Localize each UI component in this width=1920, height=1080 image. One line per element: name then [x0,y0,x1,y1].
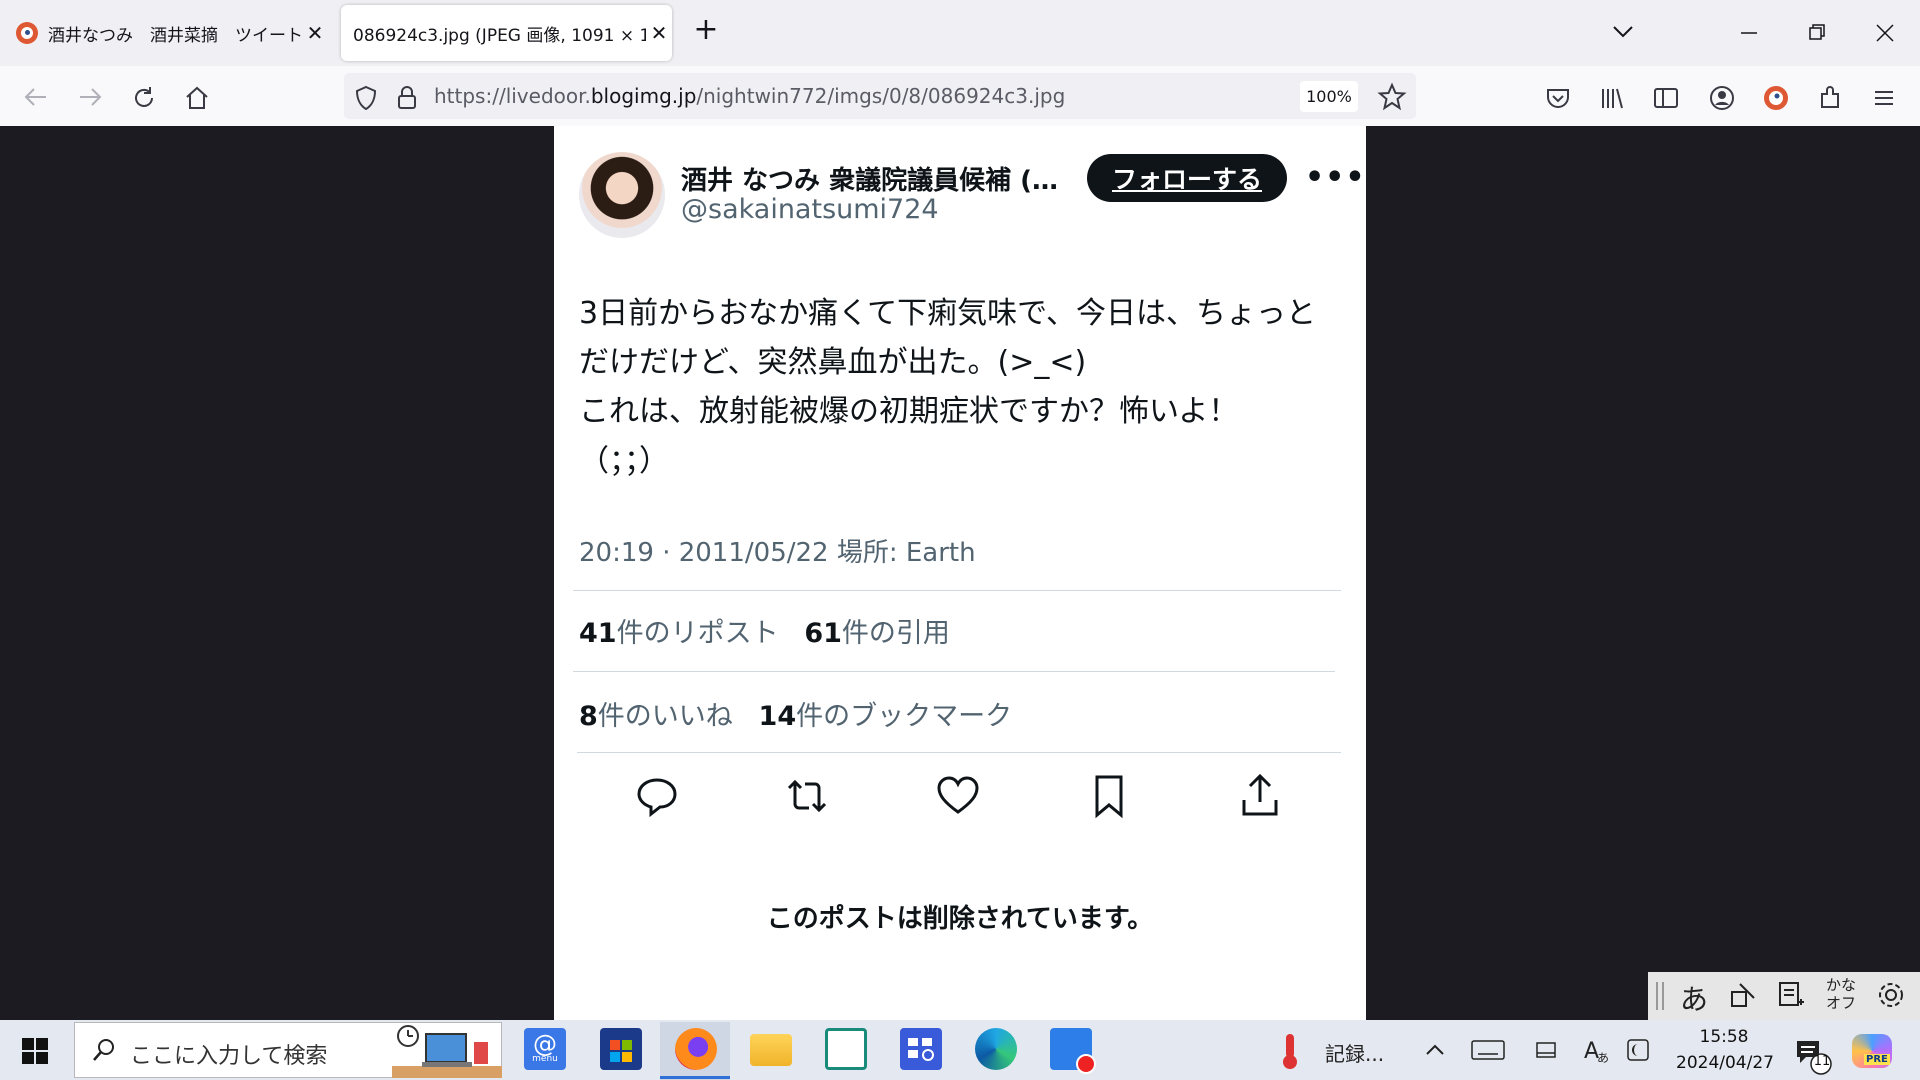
repost-icon [787,779,827,813]
widgets-app-icon[interactable] [825,1028,867,1070]
touch-keyboard-icon[interactable] [1470,1038,1506,1062]
tweet-text-line: （；；） [579,444,669,479]
bookmark-icon [1095,775,1123,819]
ime-dictionary-icon[interactable] [1776,980,1806,1010]
menu-icon[interactable] [1870,84,1898,112]
recording-label[interactable]: 記録... [1325,1038,1384,1067]
like-bookmark-stats: 8件のいいね 14件のブックマーク [579,694,1012,733]
reload-icon[interactable] [130,84,158,112]
display-name: 酒井 なつみ 衆議院議員候補 (… [681,166,1059,196]
tweet-image [554,126,1366,1020]
ime-kana-toggle[interactable]: かな オフ [1826,976,1856,1012]
new-tab-button[interactable]: + [690,14,722,46]
tab-sakai-tweet[interactable]: 酒井なつみ 酒井菜摘 ツイート ✕ [4,5,328,61]
close-window-icon[interactable] [1874,22,1896,44]
microsoft-store-icon[interactable] [600,1028,642,1070]
url-domain: blogimg.jp [590,84,697,108]
library-icon[interactable] [1598,84,1626,112]
ime-settings-gear-icon[interactable] [1876,980,1906,1010]
back-icon[interactable] [22,84,50,110]
temperature-icon[interactable] [1278,1032,1302,1070]
avatar [579,152,665,238]
close-tab-icon[interactable]: ✕ [302,21,328,45]
tweet-text-line: 3日前からおなか痛くて下痢気味で、今日は、ちょっと [579,296,1316,331]
more-options-icon: ••• [1305,160,1366,195]
bookmark-count: 14 [758,701,797,732]
pocket-icon[interactable] [1544,84,1572,112]
notification-count-badge: 11 [1813,1054,1831,1069]
url-prefix: https://livedoor. [434,84,591,108]
search-highlight-illustration-icon [392,1025,502,1078]
font-language-icon[interactable]: Aあ [1582,1036,1610,1064]
like-heart-icon [937,776,979,814]
repost-label: 件のリポスト [616,618,779,649]
bookmark-star-icon[interactable] [1377,82,1407,112]
duckduckgo-extension-icon[interactable] [1762,84,1790,112]
tab-image[interactable]: 086924c3.jpg (JPEG 画像, 1091 × 12 ✕ [341,5,672,61]
night-light-icon[interactable] [1626,1038,1650,1062]
file-explorer-icon[interactable] [750,1034,792,1066]
tweet-text-line: これは、放射能被爆の初期症状ですか？怖いよ！ [579,394,1239,429]
copilot-preview-badge: PRE [1864,1054,1890,1065]
mail-app-label: menu [532,1054,558,1064]
url-path: /nightwin772/imgs/0/8/086924c3.jpg [696,84,1066,108]
quote-count: 61 [804,618,842,649]
edge-browser-icon[interactable] [975,1028,1017,1070]
like-label: 件のいいね [597,701,733,732]
firefox-icon[interactable] [675,1028,717,1070]
list-all-tabs-icon[interactable] [1611,22,1635,42]
tweet-text-line: だけだけど、突然鼻血が出た。(>_<) [579,345,1087,380]
settings-app-icon[interactable] [900,1028,942,1070]
ime-kana-label: かな [1826,976,1857,994]
minimize-icon[interactable] [1738,22,1760,44]
divider [577,752,1341,753]
bookmark-label: 件のブックマーク [796,701,1013,732]
lock-icon[interactable] [394,84,420,112]
reply-icon [637,778,677,818]
zoom-level-button[interactable]: 100% [1300,81,1358,112]
windows-start-icon[interactable] [22,1038,48,1064]
tweet-timestamp-location: 20:19 · 2011/05/22 場所: Earth [579,538,976,568]
divider [573,671,1335,672]
like-count: 8 [579,701,598,732]
ime-off-label: オフ [1826,994,1857,1012]
tracking-protection-shield-icon[interactable] [352,84,380,112]
tab-title: 酒井なつみ 酒井菜摘 ツイート [48,25,302,46]
active-indicator [660,1076,730,1079]
home-icon[interactable] [183,84,211,112]
divider [573,590,1341,591]
deleted-post-notice: このポストは削除されています。 [766,904,1154,934]
repost-quote-stats: 41件のリポスト 61件の引用 [579,611,950,650]
account-icon[interactable] [1708,84,1736,112]
clock-date: 2024/04/27 [1676,1053,1774,1073]
svg-text:あ: あ [1597,1051,1609,1064]
forward-icon[interactable] [76,84,104,110]
repost-count: 41 [579,618,617,649]
share-icon [1242,773,1278,816]
user-handle: @sakainatsumi724 [681,194,939,225]
follow-button: フォローする [1087,154,1287,202]
clock-time: 15:58 [1699,1027,1749,1047]
mail-app-icon[interactable]: @ menu [524,1028,566,1070]
search-icon [93,1039,114,1061]
tablet-display-icon[interactable] [1534,1040,1558,1062]
ime-drag-handle[interactable] [1656,982,1664,1010]
duckduckgo-icon [16,22,38,44]
search-placeholder: ここに入力して検索 [130,1044,328,1069]
ime-handwriting-icon[interactable] [1728,980,1758,1010]
quote-label: 件の引用 [841,618,950,649]
tab-title: 086924c3.jpg (JPEG 画像, 1091 × 12 [353,25,646,46]
extensions-icon[interactable] [1816,84,1844,112]
url-text[interactable]: https://livedoor.blogimg.jp/nightwin772/… [434,84,1065,108]
ime-mode-button[interactable]: あ [1680,978,1708,1018]
show-hidden-icons-chevron-icon[interactable] [1424,1040,1446,1060]
restore-icon[interactable] [1806,22,1828,44]
close-tab-icon[interactable]: ✕ [646,21,672,45]
sidebar-icon[interactable] [1652,84,1680,112]
system-clock[interactable]: 15:58 2024/04/27 [1676,1024,1774,1076]
screen-recorder-icon[interactable] [1050,1028,1096,1074]
